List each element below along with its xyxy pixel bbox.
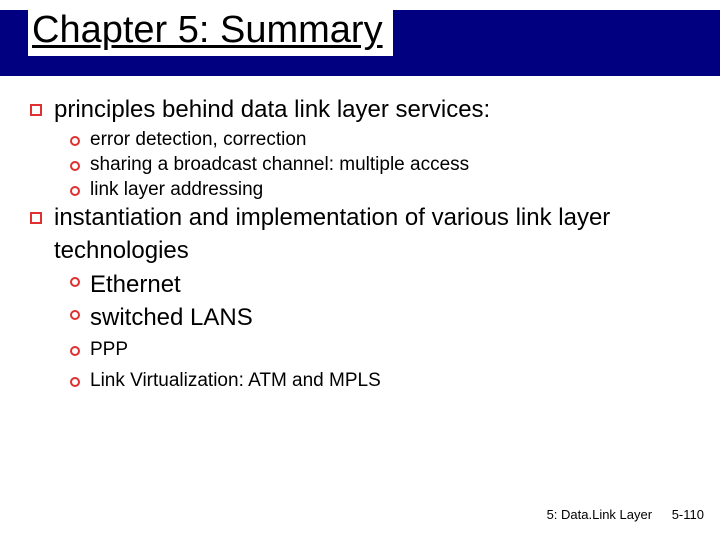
bullet-text: instantiation and implementation of vari… [54,202,690,267]
square-bullet-icon [30,212,42,224]
circle-bullet-icon [70,186,80,196]
circle-bullet-icon [70,377,80,387]
list-item: PPP [70,338,690,363]
footer-page-number: 5-110 [672,507,704,522]
list-item: Ethernet [70,269,690,301]
circle-bullet-icon [70,346,80,356]
slide: Chapter 5: Summary principles behind dat… [0,0,720,540]
list-item: switched LANS [70,302,690,334]
bullet-text: Ethernet [90,269,181,301]
list-item: error detection, correction [70,128,690,153]
bullet-text: error detection, correction [90,128,307,153]
slide-body: principles behind data link layer servic… [30,94,690,393]
bullet-text: link layer addressing [90,178,263,203]
list-item: principles behind data link layer servic… [30,94,690,126]
circle-bullet-icon [70,161,80,171]
title-box: Chapter 5: Summary [28,6,393,56]
list-item: Link Virtualization: ATM and MPLS [70,369,690,394]
circle-bullet-icon [70,310,80,320]
bullet-text: sharing a broadcast channel: multiple ac… [90,153,469,178]
circle-bullet-icon [70,136,80,146]
footer-section: 5: Data.Link Layer [547,507,653,522]
square-bullet-icon [30,104,42,116]
bullet-text: switched LANS [90,302,253,334]
slide-footer: 5: Data.Link Layer 5-110 [547,507,704,522]
bullet-text: PPP [90,338,128,363]
list-item: sharing a broadcast channel: multiple ac… [70,153,690,178]
list-item: link layer addressing [70,178,690,203]
circle-bullet-icon [70,277,80,287]
slide-title: Chapter 5: Summary [32,9,383,51]
bullet-text: principles behind data link layer servic… [54,94,490,126]
bullet-text: Link Virtualization: ATM and MPLS [90,369,381,394]
list-item: instantiation and implementation of vari… [30,202,690,267]
